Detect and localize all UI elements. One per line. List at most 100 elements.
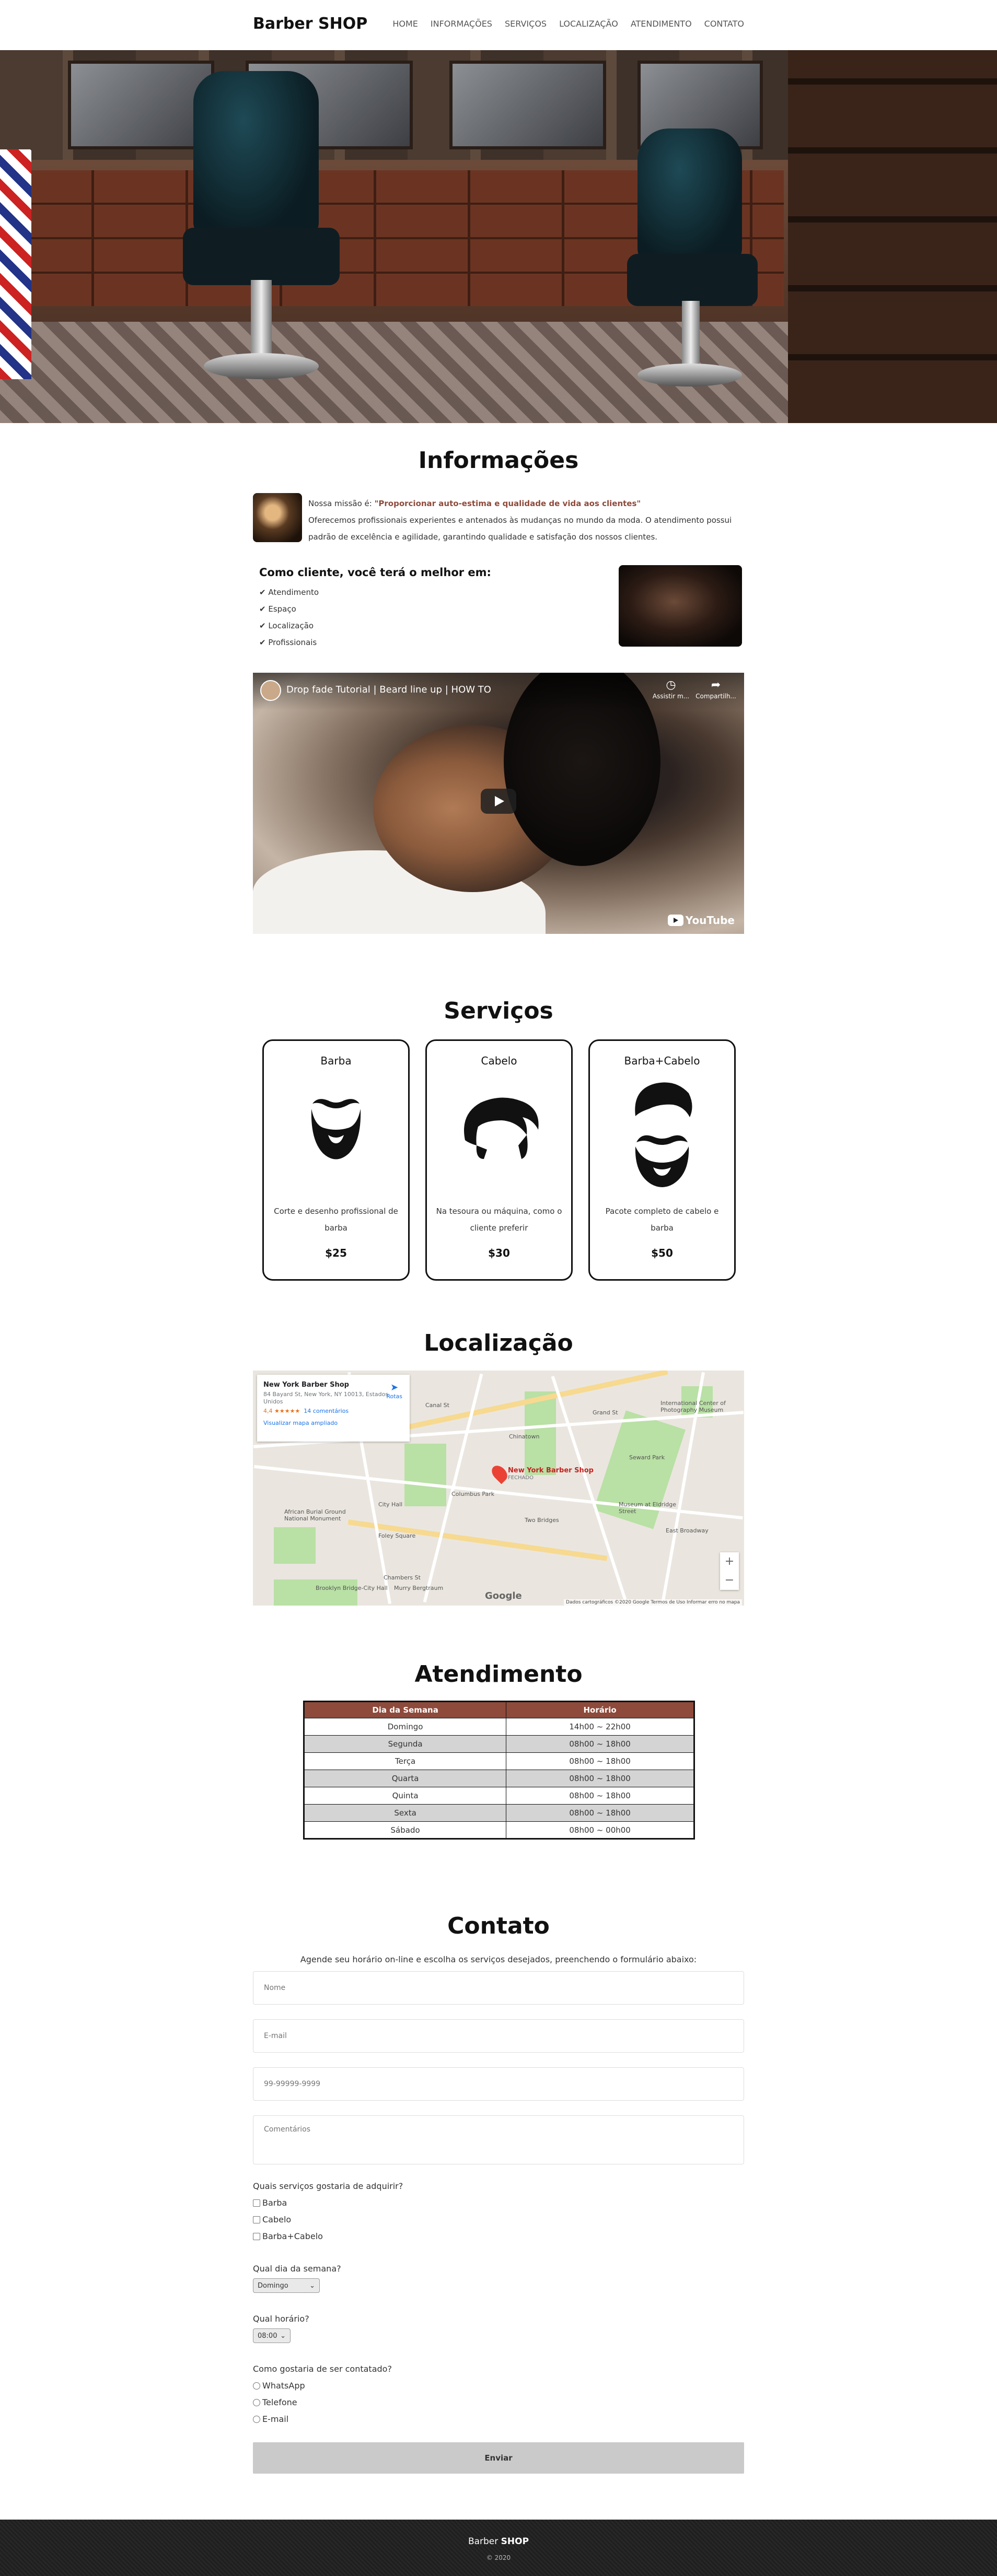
nav-menu: HOME INFORMAÇÕES SERVIÇOS LOCALIZAÇÃO AT… <box>392 19 744 29</box>
nav-item-home[interactable]: HOME <box>392 19 418 29</box>
checkbox[interactable] <box>253 2232 260 2240</box>
clock-icon: ◷ <box>666 678 676 692</box>
email-input[interactable] <box>253 2019 744 2053</box>
info-text: Nossa missão é: "Proporcionar auto-estim… <box>308 495 747 545</box>
contact-option-phone[interactable]: Telefone <box>253 2397 297 2407</box>
service-option-hair-beard[interactable]: Barba+Cabelo <box>253 2231 323 2241</box>
service-description: Pacote completo de cabelo e barba <box>605 1207 719 1233</box>
brand-suffix: SHOP <box>318 15 368 33</box>
services-title: Serviços <box>444 998 553 1024</box>
hero-mirror <box>449 61 606 149</box>
youtube-video-embed[interactable]: Drop fade Tutorial | Beard line up | HOW… <box>253 673 744 934</box>
table-cell: Quarta <box>303 1770 507 1787</box>
checkbox[interactable] <box>253 2216 260 2223</box>
map-reviews-link[interactable]: 14 comentários <box>304 1408 349 1414</box>
map-park <box>274 1579 357 1606</box>
hair-beard-icon <box>635 1082 692 1187</box>
table-row: Sexta 08h00 ~ 18h00 <box>303 1804 694 1822</box>
footer-brand-prefix: Barber <box>468 2536 498 2547</box>
map-route-button[interactable]: ➤ Rotas <box>386 1382 402 1400</box>
service-description: Corte e desenho profissional de barba <box>274 1207 398 1233</box>
service-price: $30 <box>488 1247 510 1259</box>
map-label: Columbus Park <box>451 1491 495 1497</box>
map-larger-link[interactable]: Visualizar mapa ampliado <box>263 1420 403 1426</box>
footer-brand-suffix: SHOP <box>501 2536 529 2547</box>
watch-later-label: Assistir m... <box>652 693 690 700</box>
map-pin-icon[interactable] <box>489 1462 511 1484</box>
map-label: African Burial Ground National Monument <box>284 1508 346 1522</box>
benefit-item: ✔ Profissionais <box>259 638 317 647</box>
zoom-out-button[interactable]: − <box>720 1571 739 1590</box>
contact-option-whatsapp[interactable]: WhatsApp <box>253 2381 305 2391</box>
map-label: Chinatown <box>509 1433 540 1440</box>
table-cell: Sábado <box>303 1821 507 1839</box>
contact-option-email[interactable]: E-mail <box>253 2414 288 2424</box>
info-title: Informações <box>418 447 579 474</box>
hours-table: Dia da Semana Horário Domingo 14h00 ~ 22… <box>303 1701 695 1840</box>
beard-icon <box>311 1099 361 1160</box>
table-cell: 08h00 ~ 00h00 <box>506 1821 694 1839</box>
hero-image <box>0 50 997 423</box>
map-label: Brooklyn Bridge-City Hall <box>316 1585 388 1591</box>
map-zoom-controls: + − <box>720 1552 739 1590</box>
comments-textarea[interactable] <box>253 2115 744 2164</box>
map-label: Foley Square <box>378 1532 416 1539</box>
hero-mirror <box>68 61 214 149</box>
map-place-address: 84 Bayard St, New York, NY 10013, Estado… <box>263 1391 389 1405</box>
table-cell: 08h00 ~ 18h00 <box>506 1770 694 1787</box>
table-cell: 08h00 ~ 18h00 <box>506 1735 694 1753</box>
service-name: Cabelo <box>481 1055 517 1067</box>
mission-label: Nossa missão é: <box>308 499 375 508</box>
contact-lead: Agende seu horário on-line e escolha os … <box>300 1954 697 1964</box>
share-button[interactable]: ➦ Compartilh... <box>695 678 737 700</box>
map-label: Canal St <box>425 1402 449 1409</box>
option-label: Cabelo <box>262 2215 292 2224</box>
time-select[interactable]: 08:00 ⌄ <box>253 2328 291 2343</box>
nav-item-info[interactable]: INFORMAÇÕES <box>431 19 492 29</box>
brand-logo[interactable]: Barber SHOP <box>253 15 367 33</box>
service-option-beard[interactable]: Barba <box>253 2198 287 2208</box>
footer-copyright: © 2020 <box>486 2554 511 2561</box>
phone-input[interactable] <box>253 2067 744 2101</box>
zoom-in-button[interactable]: + <box>720 1552 739 1571</box>
video-title[interactable]: Drop fade Tutorial | Beard line up | HOW… <box>286 684 491 695</box>
checkbox[interactable] <box>253 2199 260 2207</box>
watch-later-button[interactable]: ◷ Assistir m... <box>650 678 692 700</box>
map-place-name: New York Barber Shop <box>263 1381 349 1389</box>
youtube-icon <box>667 915 683 926</box>
google-map-embed[interactable]: Canal St Grand St International Center o… <box>253 1371 744 1606</box>
hair-icon <box>464 1097 539 1159</box>
name-input[interactable] <box>253 1971 744 2005</box>
hero-shelf <box>788 50 997 423</box>
service-card-hair: Cabelo Na tesoura ou máquina, como o cli… <box>425 1039 573 1281</box>
table-cell: 08h00 ~ 18h00 <box>506 1804 694 1822</box>
benefit-item: ✔ Espaço <box>259 604 296 614</box>
youtube-logo[interactable]: YouTube <box>667 914 735 927</box>
location-title: Localização <box>424 1330 573 1356</box>
map-label: Museum at Eldridge Street <box>619 1501 676 1515</box>
table-row: Quinta 08h00 ~ 18h00 <box>303 1787 694 1805</box>
table-cell: Domingo <box>303 1718 507 1736</box>
day-select[interactable]: Domingo ⌄ <box>253 2278 320 2293</box>
nav-item-services[interactable]: SERVIÇOS <box>505 19 547 29</box>
map-label: Murry Bergtraum <box>394 1585 444 1591</box>
nav-item-contact[interactable]: CONTATO <box>704 19 744 29</box>
submit-button[interactable]: Enviar <box>253 2442 744 2474</box>
google-logo: Google <box>485 1590 522 1601</box>
day-selected-value: Domingo <box>258 2281 288 2290</box>
channel-avatar[interactable] <box>260 680 281 701</box>
map-rating-stars: 4,4 ★★★★★ <box>263 1408 300 1414</box>
radio-button[interactable] <box>253 2382 260 2390</box>
map-park <box>274 1527 316 1564</box>
table-header: Horário <box>506 1701 694 1718</box>
nav-item-hours[interactable]: ATENDIMENTO <box>631 19 692 29</box>
chevron-down-icon: ⌄ <box>309 2281 315 2290</box>
radio-button[interactable] <box>253 2415 260 2423</box>
map-footer: Dados cartográficos ©2020 Google Termos … <box>564 1599 742 1606</box>
radio-button[interactable] <box>253 2398 260 2406</box>
service-option-hair[interactable]: Cabelo <box>253 2215 291 2224</box>
services-question: Quais serviços gostaria de adquirir? <box>253 2181 403 2191</box>
nav-item-location[interactable]: LOCALIZAÇÃO <box>559 19 618 29</box>
table-cell: 08h00 ~ 18h00 <box>506 1787 694 1805</box>
play-icon[interactable] <box>481 789 516 814</box>
